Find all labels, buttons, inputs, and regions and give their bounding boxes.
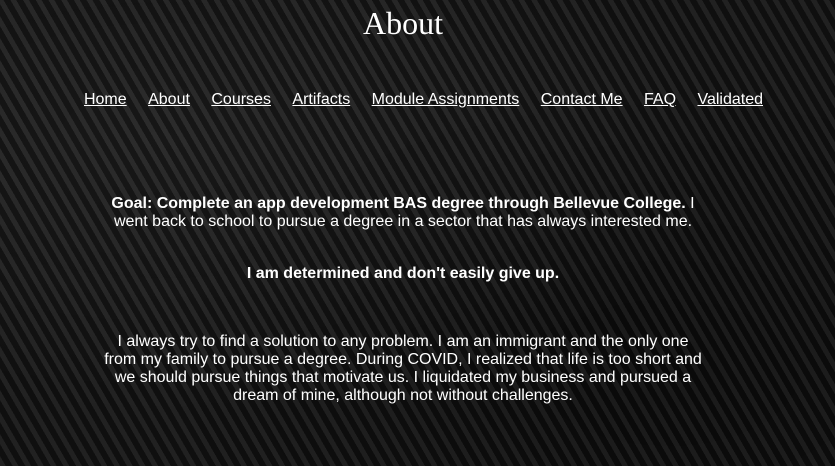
nav-link-courses[interactable]: Courses: [211, 91, 271, 108]
determination-statement: I am determined and don't easily give up…: [246, 265, 560, 282]
nav-link-artifacts[interactable]: Artifacts: [292, 91, 350, 108]
nav-link-faq[interactable]: FAQ: [644, 91, 676, 108]
nav-link-validated[interactable]: Validated: [697, 91, 763, 108]
nav-link-about[interactable]: About: [148, 91, 190, 108]
nav-link-contact-me[interactable]: Contact Me: [541, 91, 623, 108]
nav-link-home[interactable]: Home: [84, 91, 127, 108]
main-nav: Home About Courses Artifacts Module Assi…: [0, 91, 835, 109]
goal-paragraph: Goal: Complete an app development BAS de…: [100, 195, 706, 231]
goal-statement: Goal: Complete an app development BAS de…: [111, 195, 686, 212]
nav-link-module-assignments[interactable]: Module Assignments: [372, 91, 520, 108]
personal-story-paragraph: I always try to find a solution to any p…: [104, 333, 702, 404]
page-title: About: [363, 5, 443, 41]
